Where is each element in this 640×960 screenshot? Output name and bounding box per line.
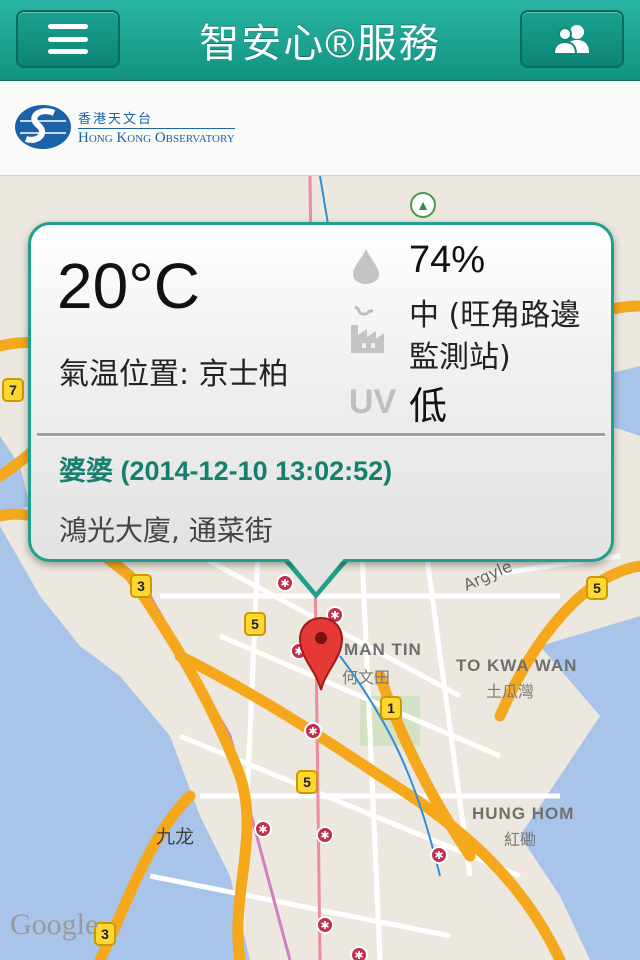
route-shield: 5 [586, 576, 608, 600]
map-label-man-tin: MAN TIN [344, 640, 422, 659]
app-header: 智安心®服務 [0, 0, 640, 81]
menu-button[interactable] [16, 10, 120, 68]
tracked-person: 婆婆 (2014-12-10 13:02:52) [59, 456, 393, 486]
route-shield: 5 [296, 770, 318, 794]
map-label-to-kwa-wan: TO KWA WAN [456, 656, 578, 675]
mtr-station-icon: ✱ [316, 916, 334, 934]
uv-level: 低 [409, 384, 448, 428]
route-shield: 5 [244, 612, 266, 636]
humidity-icon [353, 249, 379, 284]
location-address: 鴻光大廈, 通菜街 [59, 514, 273, 547]
mtr-station-icon: ✱ [350, 946, 368, 960]
location-pin-icon[interactable] [298, 616, 344, 692]
logo-bar: 香港天文台 Hong Kong Observatory [0, 81, 640, 176]
route-shield: 1 [380, 696, 402, 720]
mtr-station-icon: ✱ [430, 846, 448, 864]
contacts-button[interactable] [520, 10, 624, 68]
map-label-man-tin-zh: 何文田 [342, 668, 391, 687]
park-marker-icon[interactable]: ▲ [410, 192, 436, 218]
map-label-to-kwa-wan-zh: 土瓜灣 [486, 682, 535, 701]
popup-divider [37, 433, 605, 437]
logo-text-en: Hong Kong Observatory [78, 127, 235, 146]
menu-icon [48, 24, 88, 54]
map-attribution: Google [10, 908, 99, 941]
temperature-value: 20°C [57, 250, 200, 322]
air-pollution-icon [351, 305, 384, 353]
mtr-station-icon: ✱ [254, 820, 272, 838]
info-popup[interactable]: 20°C 氣温位置: 京士柏 74% 中 (旺角路邊監測站) UV 低 婆婆 (… [28, 222, 614, 562]
page-title: 智安心®服務 [199, 22, 441, 66]
hko-emblem-icon [15, 105, 71, 149]
map-label-kowloon-zh: 九龙 [156, 826, 195, 848]
contacts-icon [552, 25, 589, 55]
popup-tail-inner [286, 556, 346, 592]
uv-icon: UV [349, 383, 397, 421]
temperature-location: 氣温位置: 京士柏 [59, 357, 289, 392]
map-label-hung-hom: HUNG HOM [472, 804, 575, 823]
logo-text-zh: 香港天文台 [78, 111, 154, 127]
route-shield: 7 [2, 378, 24, 402]
mtr-station-icon: ✱ [316, 826, 334, 844]
humidity-value: 74% [409, 239, 486, 281]
mtr-station-icon: ✱ [304, 722, 322, 740]
map-label-hung-hom-zh: 紅磡 [504, 830, 537, 849]
hko-logo: 香港天文台 Hong Kong Observatory [14, 103, 235, 151]
route-shield: 3 [130, 574, 152, 598]
air-quality-value: 中 (旺角路邊監測站) [409, 298, 581, 375]
